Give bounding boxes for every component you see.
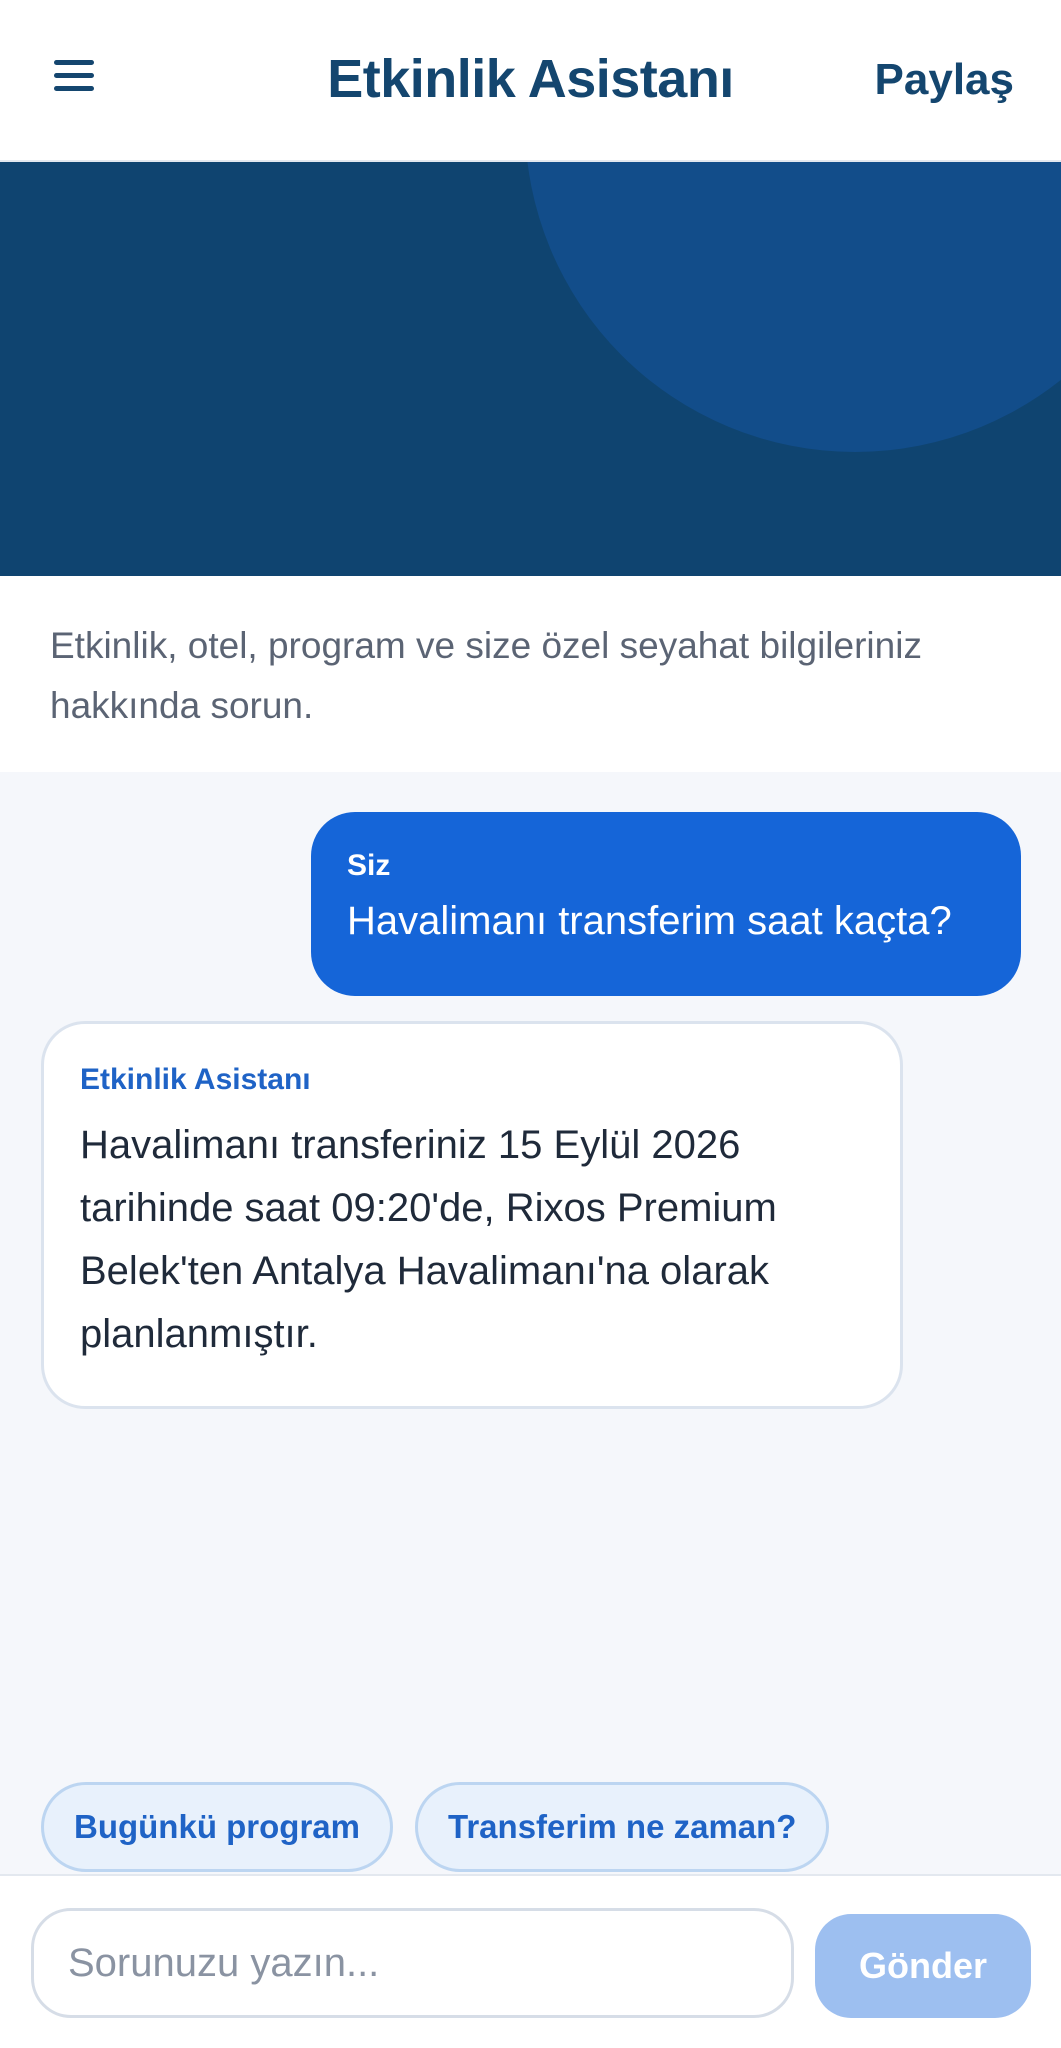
app-header: Etkinlik Asistanı Paylaş bbox=[0, 0, 1061, 162]
assistant-message-bubble: Etkinlik Asistanı Havalimanı transferini… bbox=[41, 1021, 903, 1409]
menu-button[interactable] bbox=[48, 52, 106, 102]
message-sender: Etkinlik Asistanı bbox=[80, 1063, 311, 1096]
hero-banner bbox=[0, 162, 1061, 576]
suggestion-chip-transfer-time[interactable]: Transferim ne zaman? bbox=[415, 1782, 830, 1872]
message-text: Havalimanı transferim saat kaçta? bbox=[347, 899, 952, 943]
user-message-bubble: Siz Havalimanı transferim saat kaçta? bbox=[311, 812, 1021, 996]
intro-text: Etkinlik, otel, program ve size özel sey… bbox=[50, 625, 922, 726]
message-composer: Gönder bbox=[0, 1874, 1061, 2048]
send-button[interactable]: Gönder bbox=[815, 1914, 1031, 2018]
message-input[interactable] bbox=[31, 1908, 794, 2018]
chat-thread: Siz Havalimanı transferim saat kaçta? Et… bbox=[0, 772, 1061, 1874]
share-button[interactable]: Paylaş bbox=[875, 55, 1014, 105]
message-text: Havalimanı transferiniz 15 Eylül 2026 ta… bbox=[80, 1123, 777, 1356]
hero-decorative-circle bbox=[525, 162, 1061, 452]
hamburger-menu-icon bbox=[54, 60, 94, 65]
suggestion-chips: Bugünkü program Transferim ne zaman? bbox=[41, 1782, 830, 1872]
hamburger-menu-icon-bar bbox=[54, 73, 94, 78]
message-sender: Siz bbox=[347, 849, 391, 882]
app: Etkinlik Asistanı Paylaş Etkinlik, otel,… bbox=[0, 0, 1061, 2048]
intro-description: Etkinlik, otel, program ve size özel sey… bbox=[0, 576, 1061, 772]
hamburger-menu-icon-bar bbox=[54, 86, 94, 91]
suggestion-chip-todays-program[interactable]: Bugünkü program bbox=[41, 1782, 393, 1872]
